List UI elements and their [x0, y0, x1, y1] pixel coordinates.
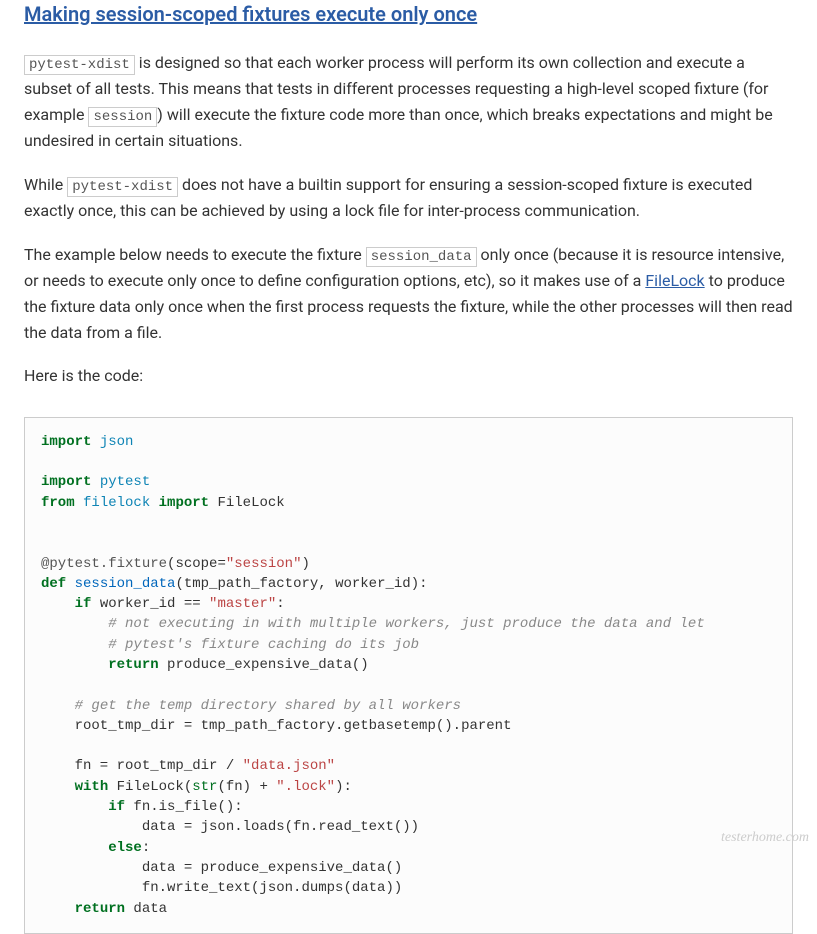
- kw-import-3: import: [159, 495, 209, 511]
- code-block: import json import pytest from filelock …: [24, 417, 793, 934]
- heading-link[interactable]: Making session-scoped fixtures execute o…: [24, 2, 477, 26]
- kw-import-2: import: [41, 474, 91, 490]
- fn-params: (tmp_path_factory, worker_id):: [175, 576, 427, 592]
- paragraph-2: While pytest-xdist does not have a built…: [24, 172, 793, 224]
- str-master: "master": [209, 596, 276, 612]
- kw-def: def: [41, 576, 66, 592]
- call-1: produce_expensive_data(): [159, 657, 369, 673]
- filelock-link[interactable]: FileLock: [645, 271, 704, 290]
- kw-import: import: [41, 434, 91, 450]
- mod-filelock: filelock: [83, 495, 150, 511]
- line-fn-a: fn = root_tmp_dir /: [41, 758, 243, 774]
- with-body-a: FileLock(: [108, 779, 192, 795]
- code-pytest-xdist: pytest-xdist: [24, 55, 135, 75]
- cond1: worker_id ==: [91, 596, 209, 612]
- with-body-b: (fn) +: [217, 779, 276, 795]
- cond2: fn.is_file():: [125, 799, 243, 815]
- builtin-str: str: [192, 779, 217, 795]
- para3-t1: The example below needs to execute the f…: [24, 245, 366, 264]
- kw-with: with: [75, 779, 109, 795]
- mod-pytest: pytest: [100, 474, 150, 490]
- cls-filelock: FileLock: [217, 495, 284, 511]
- line-write: fn.write_text(json.dumps(data)): [41, 880, 402, 896]
- comment-1: # not executing in with multiple workers…: [108, 616, 705, 632]
- comment-3: # get the temp directory shared by all w…: [75, 698, 461, 714]
- mod-json: json: [100, 434, 134, 450]
- scope-kw: scope: [175, 556, 217, 572]
- watermark: testerhome.com: [721, 830, 809, 846]
- section-heading: Making session-scoped fixtures execute o…: [24, 0, 793, 26]
- code-session: session: [88, 107, 157, 127]
- para2-t1: While: [24, 175, 67, 194]
- code-content: import json import pytest from filelock …: [41, 432, 776, 919]
- kw-if-2: if: [108, 799, 125, 815]
- paragraph-4: Here is the code:: [24, 363, 793, 389]
- code-session-data: session_data: [366, 247, 477, 267]
- str-data-json: "data.json": [243, 758, 335, 774]
- str-session: "session": [226, 556, 302, 572]
- fn-name: session_data: [75, 576, 176, 592]
- comment-2: # pytest's fixture caching do its job: [108, 637, 419, 653]
- kw-from: from: [41, 495, 75, 511]
- kw-return-1: return: [108, 657, 158, 673]
- line-root: root_tmp_dir = tmp_path_factory.getbaset…: [41, 718, 511, 734]
- paragraph-3: The example below needs to execute the f…: [24, 242, 793, 345]
- line-loads: data = json.loads(fn.read_text()): [41, 819, 419, 835]
- code-pytest-xdist-2: pytest-xdist: [67, 177, 178, 197]
- kw-else: else: [108, 840, 142, 856]
- ret-data: data: [125, 901, 167, 917]
- kw-return-2: return: [75, 901, 125, 917]
- decorator: @pytest.fixture: [41, 556, 167, 572]
- paragraph-1: pytest-xdist is designed so that each wo…: [24, 50, 793, 154]
- with-body-c: ):: [335, 779, 352, 795]
- str-lock: ".lock": [276, 779, 335, 795]
- line-prod: data = produce_expensive_data(): [41, 860, 402, 876]
- kw-if-1: if: [75, 596, 92, 612]
